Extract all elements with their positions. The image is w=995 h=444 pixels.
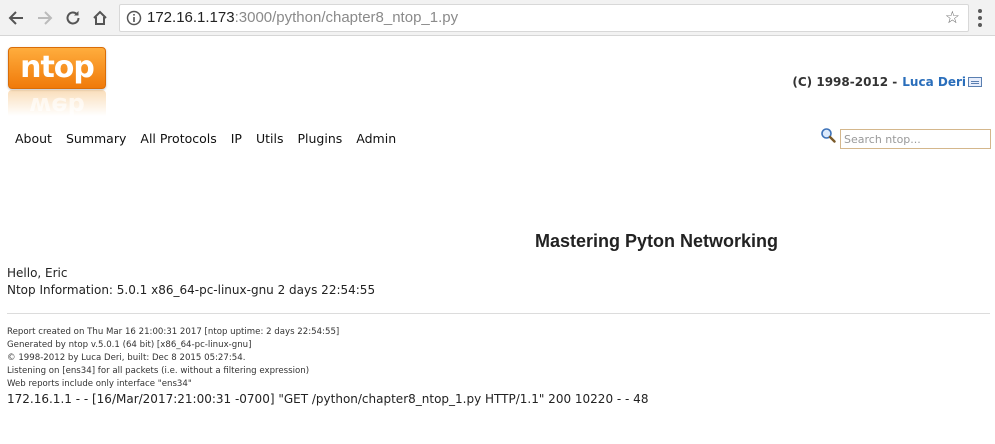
footer-line: Generated by ntop v.5.0.1 (64 bit) [x86_…: [7, 340, 252, 350]
main-menu: About Summary All Protocols IP Utils Plu…: [15, 131, 410, 146]
author-link[interactable]: Luca Deri: [902, 75, 966, 89]
menu-item-admin[interactable]: Admin: [356, 131, 396, 146]
logo-reflection: web: [8, 90, 106, 116]
page-title: Mastering Pyton Networking: [535, 231, 779, 251]
url-text: 172.16.1.173:3000/python/chapter8_ntop_1…: [147, 9, 458, 27]
access-log-line: 172.16.1.1 - - [16/Mar/2017:21:00:31 -07…: [7, 392, 649, 406]
info-icon[interactable]: [126, 10, 142, 26]
star-icon[interactable]: ☆: [945, 9, 960, 27]
menu-item-all-protocols[interactable]: All Protocols: [140, 131, 216, 146]
menu-item-utils[interactable]: Utils: [256, 131, 284, 146]
url-host: 172.16.1.173: [147, 9, 235, 26]
mail-icon[interactable]: [968, 77, 982, 87]
menu-item-about[interactable]: About: [15, 131, 52, 146]
ntop-information: Ntop Information: 5.0.1 x86_64-pc-linux-…: [7, 283, 376, 297]
home-icon[interactable]: [88, 6, 112, 30]
menu-item-summary[interactable]: Summary: [66, 131, 126, 146]
footer-line: Listening on [ens34] for all packets (i.…: [7, 366, 310, 376]
greeting-text: Hello, Eric: [7, 266, 68, 280]
menu-item-plugins[interactable]: Plugins: [298, 131, 343, 146]
ntop-logo[interactable]: ntop: [8, 47, 106, 89]
search-input[interactable]: [840, 129, 991, 149]
logo-text: ntop: [20, 50, 95, 85]
logo-reflection-text: web: [29, 92, 85, 116]
copyright: (C) 1998-2012 - Luca Deri: [792, 75, 982, 89]
url-path: :3000/python/chapter8_ntop_1.py: [234, 9, 459, 26]
search-icon: [821, 128, 836, 143]
footer-line: Report created on Thu Mar 16 21:00:31 20…: [7, 327, 340, 337]
report-footer: Report created on Thu Mar 16 21:00:31 20…: [7, 326, 339, 391]
forward-arrow-icon[interactable]: [33, 6, 57, 30]
browser-toolbar: 172.16.1.173:3000/python/chapter8_ntop_1…: [0, 0, 995, 36]
back-arrow-icon[interactable]: [4, 6, 28, 30]
menu-icon[interactable]: [970, 7, 990, 29]
divider: [7, 313, 990, 314]
footer-line: © 1998-2012 by Luca Deri, built: Dec 8 2…: [7, 353, 246, 363]
footer-line: Web reports include only interface "ens3…: [7, 379, 192, 389]
reload-icon[interactable]: [61, 6, 85, 30]
menu-item-ip[interactable]: IP: [231, 131, 242, 146]
copyright-text: (C) 1998-2012 -: [792, 75, 898, 89]
address-bar[interactable]: 172.16.1.173:3000/python/chapter8_ntop_1…: [119, 4, 969, 32]
